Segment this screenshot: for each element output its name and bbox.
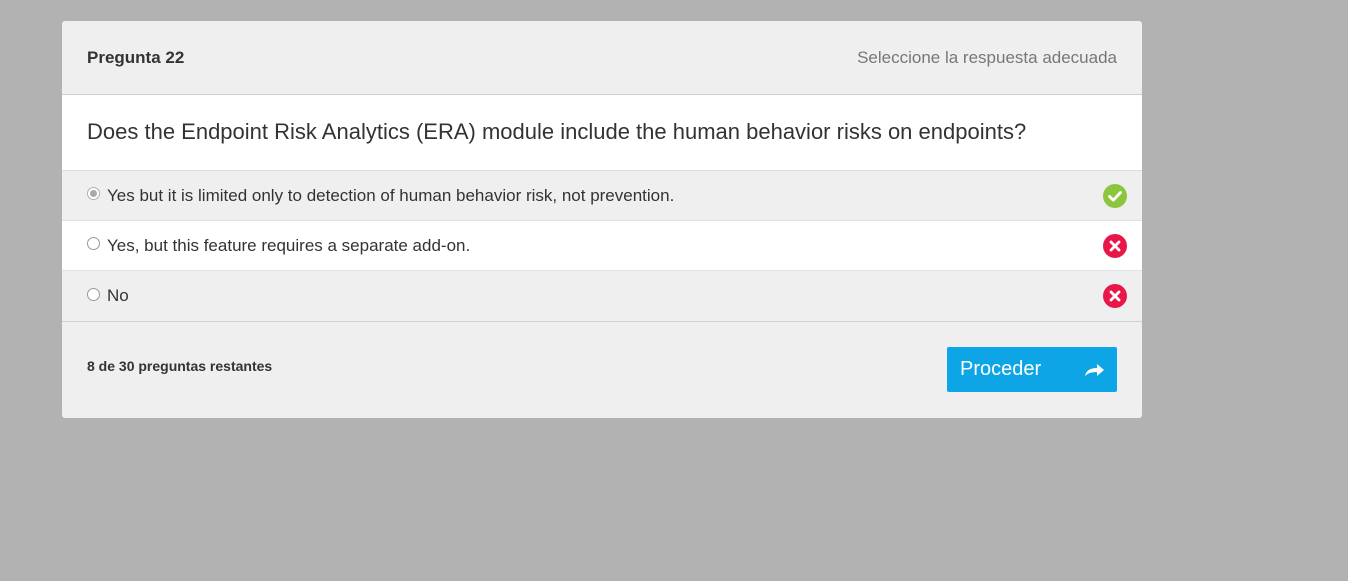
x-circle-icon xyxy=(1103,284,1127,308)
radio-button[interactable] xyxy=(87,287,100,301)
card-footer: 8 de 30 preguntas restantes Proceder xyxy=(62,322,1142,417)
radio-button[interactable] xyxy=(87,237,100,250)
x-circle-icon xyxy=(1103,233,1127,258)
check-circle-icon xyxy=(1103,183,1127,208)
card-header: Pregunta 22 Seleccione la respuesta adec… xyxy=(62,21,1142,95)
option-2[interactable]: Yes, but this feature requires a separat… xyxy=(62,221,1142,271)
question-row: Does the Endpoint Risk Analytics (ERA) m… xyxy=(62,95,1142,171)
proceed-label: Proceder xyxy=(960,358,1042,380)
option-label: No xyxy=(107,286,129,305)
option-label: Yes, but this feature requires a separat… xyxy=(107,235,471,255)
option-3[interactable]: No xyxy=(62,271,1142,321)
proceed-button[interactable]: Proceder xyxy=(947,347,1117,392)
radio-button-selected[interactable] xyxy=(87,187,100,200)
share-arrow-icon xyxy=(1085,363,1104,376)
questions-remaining: 8 de 30 preguntas restantes xyxy=(87,357,273,374)
option-1[interactable]: Yes but it is limited only to detection … xyxy=(62,171,1142,221)
question-text: Does the Endpoint Risk Analytics (ERA) m… xyxy=(87,118,1027,144)
option-label: Yes but it is limited only to detection … xyxy=(107,185,675,205)
question-number: Pregunta 22 xyxy=(87,47,185,67)
question-instruction: Seleccione la respuesta adecuada xyxy=(857,47,1117,67)
quiz-card: Pregunta 22 Seleccione la respuesta adec… xyxy=(62,21,1142,418)
options-list: Yes but it is limited only to detection … xyxy=(62,171,1142,322)
